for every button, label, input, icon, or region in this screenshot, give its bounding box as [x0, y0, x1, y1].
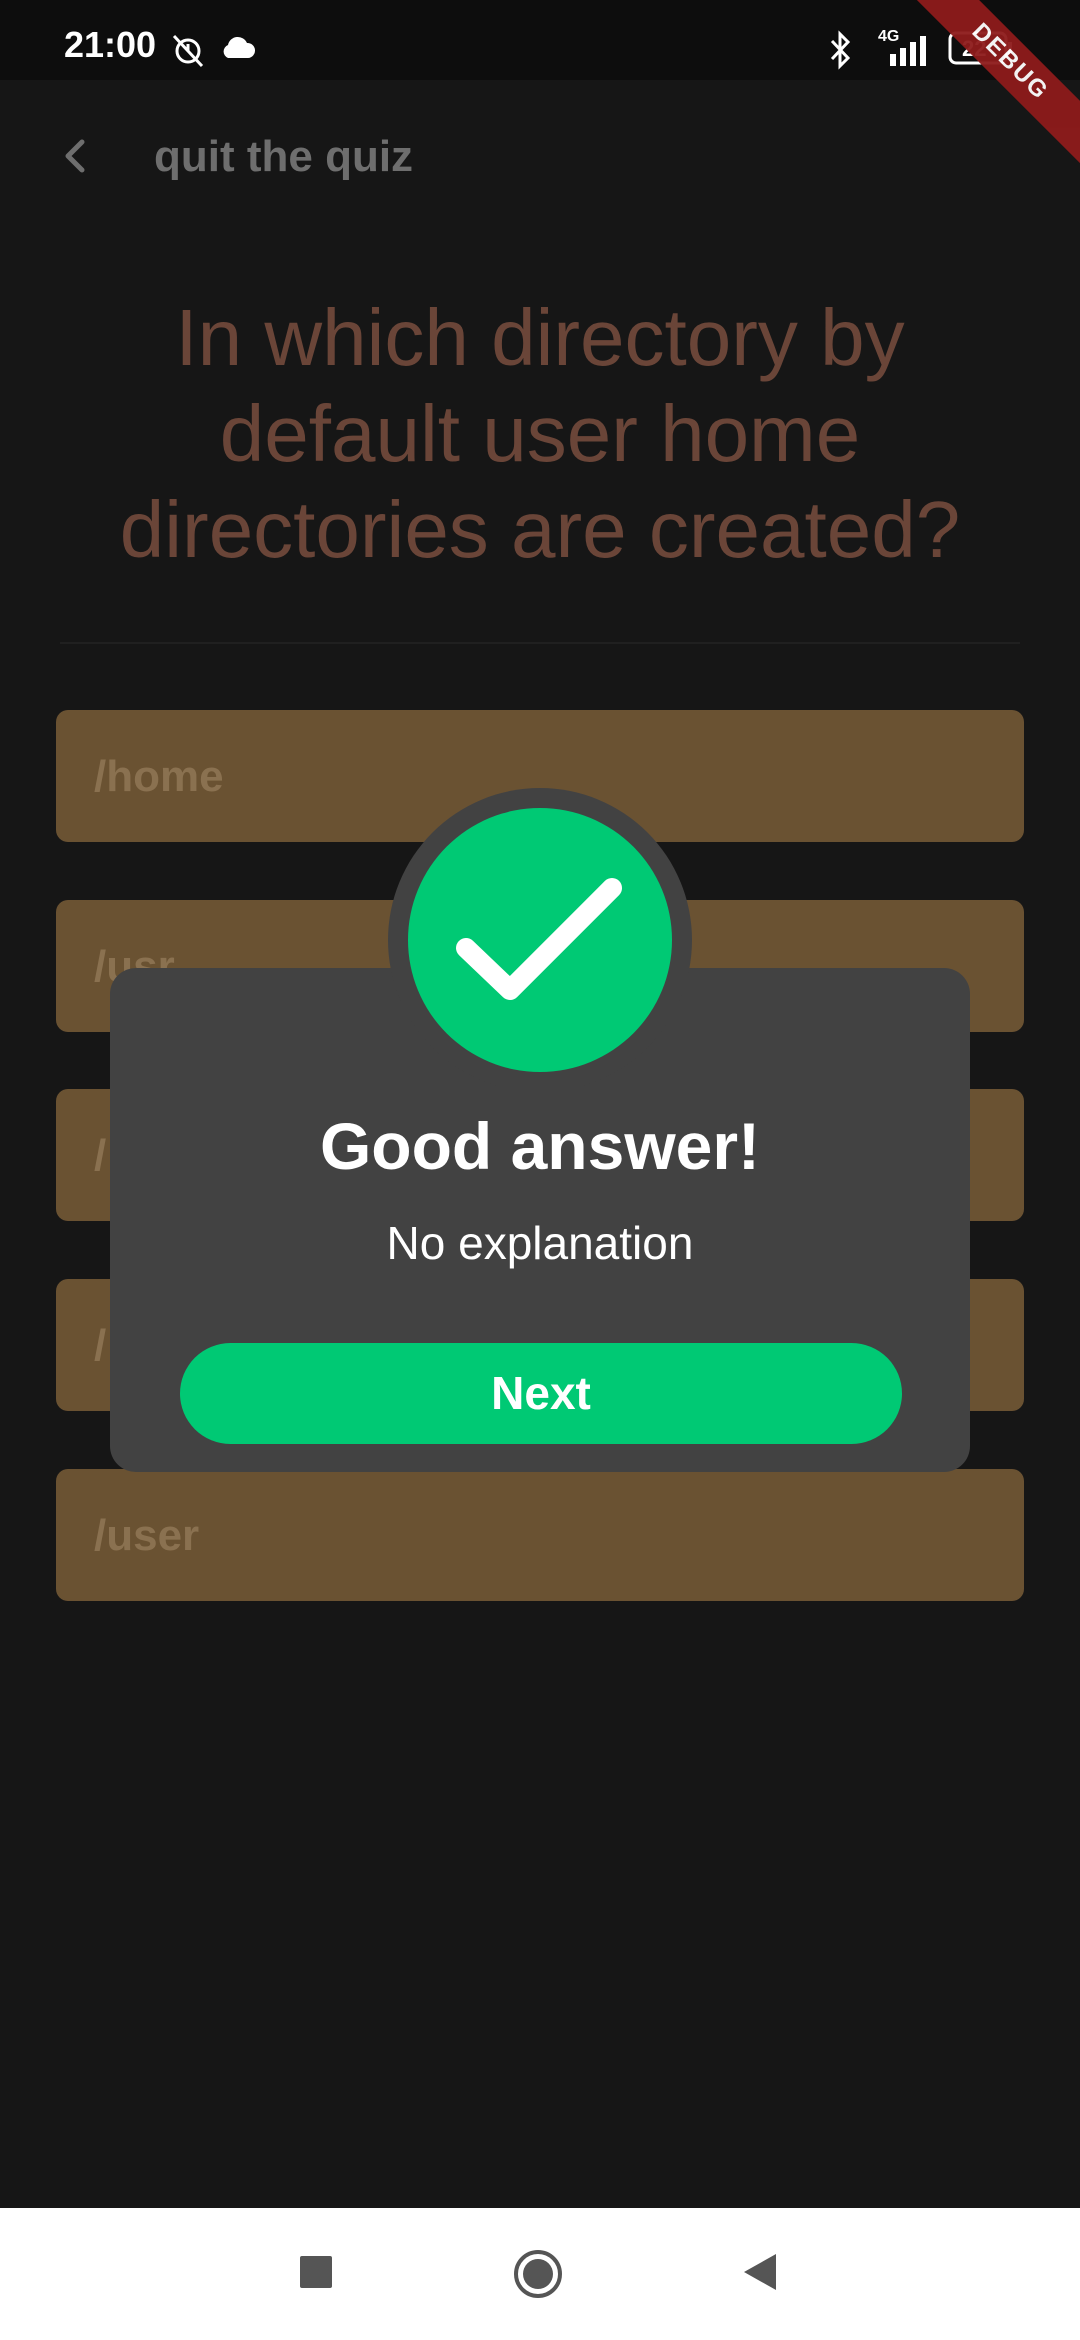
system-nav-bar — [0, 2208, 1080, 2340]
home-circle-icon[interactable] — [512, 2248, 564, 2300]
recents-square-icon[interactable] — [298, 2254, 334, 2290]
dialog-title: Good answer! — [319, 1109, 761, 1183]
next-button[interactable]: Next — [180, 1343, 902, 1444]
dialog-subtitle: No explanation — [386, 1217, 694, 1269]
success-badge — [408, 808, 672, 1072]
checkmark-icon — [456, 878, 622, 1000]
back-triangle-icon[interactable] — [742, 2252, 778, 2292]
